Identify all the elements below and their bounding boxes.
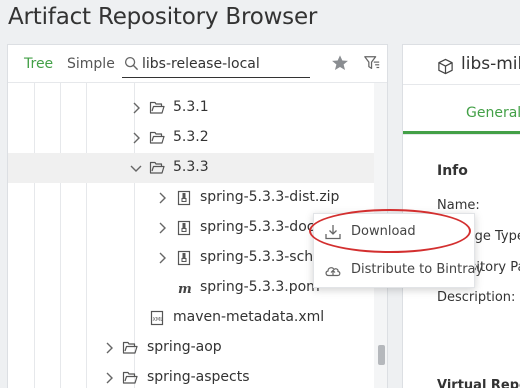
details-title: libs-milestone-local <box>461 54 520 74</box>
svg-text:XML: XML <box>153 317 164 323</box>
menu-item-label: Download <box>351 224 416 239</box>
tree-row-dist-zip[interactable]: spring-5.3.3-dist.zip <box>8 183 374 213</box>
chevron-right-icon[interactable] <box>155 191 169 205</box>
chevron-right-icon[interactable] <box>155 251 169 265</box>
search-icon <box>124 56 139 71</box>
star-icon[interactable] <box>331 54 349 72</box>
folder-icon <box>122 341 138 354</box>
tree-row-label: spring-5.3.3.pom <box>200 279 320 295</box>
chevron-right-icon[interactable] <box>102 341 116 355</box>
folder-icon <box>149 101 165 114</box>
search-box <box>122 50 310 78</box>
download-icon <box>325 225 341 240</box>
folder-open-icon <box>149 161 165 174</box>
menu-item-label: Distribute to Bintray <box>351 262 484 277</box>
menu-item-distribute[interactable]: Distribute to Bintray <box>314 255 483 285</box>
archive-file-icon <box>177 250 191 266</box>
svg-text:m: m <box>178 282 192 296</box>
chevron-right-icon[interactable] <box>155 221 169 235</box>
tree-row-5-3-1[interactable]: 5.3.1 <box>8 93 374 123</box>
tree-row-spring-aop[interactable]: spring-aop <box>8 333 374 363</box>
tree-row-label: spring-aspects <box>147 369 250 385</box>
context-menu: Download Distribute to Bintray <box>313 213 483 288</box>
tab-active-indicator <box>403 131 520 134</box>
menu-item-download[interactable]: Download <box>314 217 474 247</box>
chevron-down-icon[interactable] <box>129 161 143 175</box>
tab-general[interactable]: General <box>466 105 520 121</box>
tab-simple[interactable]: Simple <box>67 56 115 72</box>
details-header: libs-milestone-local <box>403 45 520 85</box>
scrollbar-thumb[interactable] <box>378 345 385 365</box>
folder-icon <box>122 371 138 384</box>
archive-file-icon <box>177 220 191 236</box>
tree-row-maven-metadata[interactable]: XML maven-metadata.xml <box>8 303 374 333</box>
virtual-repositories-label: Virtual Repositories <box>437 378 520 388</box>
page-title: Artifact Repository Browser <box>8 4 318 30</box>
tree-toolbar: Tree Simple <box>8 45 387 83</box>
info-label-description: Description: <box>437 290 516 305</box>
tree-row-label: spring-aop <box>147 339 222 355</box>
chevron-right-icon[interactable] <box>129 131 143 145</box>
maven-pom-icon: m <box>178 282 192 296</box>
tree-row-5-3-3[interactable]: 5.3.3 <box>8 153 374 183</box>
filter-icon[interactable] <box>363 54 381 72</box>
info-section-title: Info <box>437 163 468 179</box>
tab-tree[interactable]: Tree <box>24 56 53 72</box>
tree-row-label: maven-metadata.xml <box>173 309 325 325</box>
chevron-right-icon[interactable] <box>129 101 143 115</box>
chevron-right-icon[interactable] <box>102 371 116 385</box>
tree-row-label: 5.3.2 <box>173 129 209 145</box>
info-label-name: Name: <box>437 198 480 213</box>
cloud-upload-icon <box>325 267 341 277</box>
tree-row-5-3-2[interactable]: 5.3.2 <box>8 123 374 153</box>
tree-row-label: spring-5.3.3-dist.zip <box>200 189 340 205</box>
xml-file-icon: XML <box>150 310 164 326</box>
tree-row-label: 5.3.3 <box>173 159 209 175</box>
tree-row-spring-aspects[interactable]: spring-aspects <box>8 363 374 388</box>
package-box-icon <box>438 58 453 75</box>
search-input[interactable] <box>142 52 307 76</box>
tree-row-label: 5.3.1 <box>173 99 209 115</box>
details-tabs: General <box>403 85 520 135</box>
archive-file-icon <box>177 190 191 206</box>
folder-icon <box>149 131 165 144</box>
